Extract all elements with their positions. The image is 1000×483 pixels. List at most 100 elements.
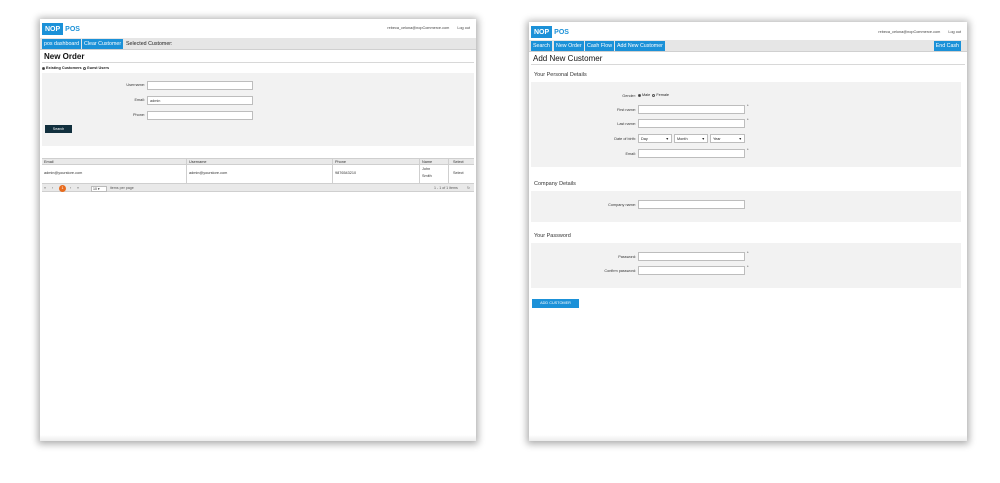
page-title: Add New Customer — [533, 54, 603, 63]
page-title: New Order — [44, 52, 85, 61]
add-customer-button[interactable]: ADD CUSTOMER — [532, 299, 579, 308]
chevron-down-icon: ▼ — [701, 137, 705, 141]
last-name-input[interactable] — [638, 119, 745, 128]
male-radio[interactable] — [638, 93, 641, 97]
end-cash-button[interactable]: End Cash — [933, 41, 961, 51]
email-label: Email: — [134, 98, 145, 102]
clear-customer-button[interactable]: Clear Customer — [82, 39, 124, 49]
male-label: Male — [642, 93, 651, 97]
logout-link[interactable]: Log out — [457, 26, 470, 30]
nop-pos-logo[interactable]: NOP POS — [531, 26, 571, 38]
existing-customers-radio[interactable] — [42, 66, 45, 70]
bottom-fade — [529, 435, 967, 441]
row-select-link[interactable]: Select — [453, 171, 464, 175]
email-label: Email: — [625, 152, 636, 156]
dob-year-select[interactable]: Year ▼ — [710, 134, 745, 143]
email-input[interactable] — [638, 149, 745, 158]
first-name-label: First name: — [617, 108, 636, 112]
search-button[interactable]: Search — [45, 125, 72, 133]
password-label: Password: — [618, 255, 636, 259]
first-name-input[interactable] — [638, 105, 745, 114]
row-name-last: Smith — [422, 174, 432, 178]
dob-label: Date of birth: — [614, 137, 636, 141]
col-divider — [419, 158, 420, 183]
new-order-nav-button[interactable]: New Order — [554, 41, 584, 51]
phone-label: Phone: — [132, 113, 145, 117]
page-size-value: 10 — [93, 186, 97, 191]
selected-customer-label: Selected Customer: — [126, 41, 173, 47]
required-mark: * — [747, 103, 749, 108]
gender-label: Gender: — [622, 94, 636, 98]
col-email[interactable]: Email — [44, 160, 54, 164]
row-name-first: John — [422, 167, 431, 171]
personal-details-box: Gender: Male Female First name: * Last n… — [531, 82, 961, 167]
guest-users-label: Guest Users — [86, 66, 110, 70]
nop-pos-logo[interactable]: NOP POS — [42, 23, 82, 35]
title-divider — [531, 64, 965, 65]
account-bar: rebeca_celona@nopCommerce.com Log out — [380, 26, 470, 30]
pager-prev[interactable]: ‹ — [52, 186, 53, 190]
col-phone[interactable]: Phone — [335, 160, 346, 164]
company-details-box: Company name: — [531, 191, 961, 222]
username-input[interactable] — [147, 81, 253, 90]
search-form: Username: Email: admin Phone: Search — [42, 73, 474, 146]
dob-month-value: Month — [677, 137, 688, 141]
refresh-icon[interactable]: ↻ — [467, 186, 470, 190]
user-email: rebeca_celona@nopCommerce.com — [878, 30, 941, 34]
pos-dashboard-button[interactable]: pos dashboard — [42, 39, 82, 49]
required-mark: * — [747, 250, 749, 255]
password-box: Password: * Confirm password: * — [531, 243, 961, 288]
nav-bar: Search New Order Cash Flow Add New Custo… — [529, 40, 967, 52]
search-nav-button[interactable]: Search — [531, 41, 552, 51]
female-radio[interactable] — [652, 93, 656, 97]
dob-day-value: Day — [641, 137, 648, 141]
confirm-password-input[interactable] — [638, 266, 745, 275]
logo-pos: POS — [65, 25, 80, 33]
guest-users-radio[interactable] — [82, 66, 86, 70]
customer-table-header: Email Username Phone Name Select — [42, 158, 474, 165]
col-divider — [332, 158, 333, 183]
col-divider — [186, 158, 187, 183]
pager-last[interactable]: » — [77, 186, 79, 190]
logo-nop: NOP — [531, 26, 553, 38]
dob-month-select[interactable]: Month ▼ — [674, 134, 708, 143]
company-name-input[interactable] — [638, 200, 745, 209]
dob-year-value: Year — [713, 137, 721, 141]
cash-flow-nav-button[interactable]: Cash Flow — [585, 41, 615, 51]
logout-link[interactable]: Log out — [948, 30, 961, 34]
confirm-password-label: Confirm password: — [604, 269, 636, 273]
pager-summary: 1 - 1 of 1 items — [434, 186, 458, 190]
col-username[interactable]: Username — [189, 160, 207, 164]
page-size-select[interactable]: 10 ▾ — [91, 185, 107, 192]
row-phone: 9876543210 — [335, 171, 357, 175]
pager-first[interactable]: « — [44, 186, 46, 190]
pager: « ‹ 1 › » 10 ▾ items per page 1 - 1 of 1… — [42, 183, 474, 192]
user-email: rebeca_celona@nopCommerce.com — [387, 26, 450, 30]
gender-options: Male Female — [638, 93, 669, 97]
required-mark: * — [747, 147, 749, 152]
email-input[interactable]: admin — [147, 96, 253, 105]
dob-day-select[interactable]: Day ▼ — [638, 134, 672, 143]
password-input[interactable] — [638, 252, 745, 261]
last-name-label: Last name: — [617, 122, 636, 126]
col-name[interactable]: Name — [422, 160, 432, 164]
chevron-down-icon: ▼ — [665, 137, 669, 141]
new-order-window: NOP POS rebeca_celona@nopCommerce.com Lo… — [40, 19, 476, 441]
phone-input[interactable] — [147, 111, 253, 120]
col-divider — [448, 158, 449, 183]
pager-current-page[interactable]: 1 — [59, 185, 66, 192]
username-label: Username: — [126, 83, 145, 87]
add-new-customer-nav-button[interactable]: Add New Customer — [615, 41, 665, 51]
nav-bar: pos dashboard Clear Customer Selected Cu… — [40, 38, 476, 50]
company-details-heading: Company Details — [534, 181, 576, 187]
title-divider — [42, 62, 474, 63]
bottom-fade — [40, 435, 476, 441]
required-mark: * — [747, 264, 749, 269]
col-select[interactable]: Select — [453, 160, 464, 164]
stage: NOP POS rebeca_celona@nopCommerce.com Lo… — [0, 0, 1000, 483]
pager-next[interactable]: › — [70, 186, 71, 190]
required-mark: * — [747, 117, 749, 122]
existing-customers-label: Existing Customers — [46, 66, 82, 70]
female-label: Female — [656, 93, 670, 97]
items-per-page-label: items per page — [110, 186, 134, 190]
